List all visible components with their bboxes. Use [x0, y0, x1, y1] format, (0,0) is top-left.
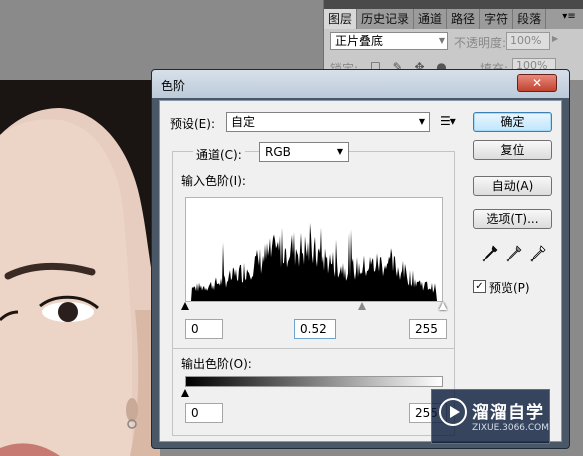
input-white-handle[interactable] — [439, 302, 447, 310]
output-gradient-bar — [185, 376, 443, 387]
opacity-label: 不透明度: — [454, 36, 507, 50]
output-black-handle[interactable] — [181, 389, 189, 397]
watermark-title: 溜溜自学 — [472, 403, 544, 423]
channel-label: 通道(C): — [193, 146, 245, 163]
watermark: 溜溜自学 ZIXUE.3066.COM — [431, 389, 550, 444]
tab-history[interactable]: 历史记录 — [357, 9, 415, 29]
close-button[interactable]: ✕ — [517, 74, 557, 92]
chevron-right-icon[interactable]: ▶ — [552, 34, 558, 43]
divider — [173, 348, 454, 349]
reset-button[interactable]: 复位 — [473, 140, 552, 160]
chevron-down-icon: ▼ — [438, 36, 445, 45]
dialog-title-bar[interactable]: 色阶 ✕ — [152, 70, 569, 98]
play-logo-icon — [439, 398, 467, 426]
preset-select[interactable]: 自定 ▼ — [226, 112, 430, 132]
options-button[interactable]: 选项(T)... — [473, 209, 552, 229]
white-eyedropper-icon[interactable] — [530, 245, 546, 263]
tab-paths[interactable]: 路径 — [447, 9, 481, 29]
tab-paragraph[interactable]: 段落 — [513, 9, 547, 29]
output-levels-slider[interactable] — [181, 389, 443, 399]
channel-value: RGB — [265, 145, 291, 159]
preview-label[interactable]: 预览(P) — [489, 279, 530, 296]
panel-title-bar[interactable] — [324, 0, 583, 9]
watermark-url: ZIXUE.3066.COM — [472, 423, 550, 433]
input-gamma-field[interactable]: 0.52 — [294, 319, 336, 339]
dialog-title: 色阶 — [161, 79, 186, 93]
output-levels-label: 输出色阶(O): — [181, 357, 252, 371]
blend-mode-select[interactable]: 正片叠底 ▼ — [330, 32, 448, 50]
histogram-shape — [186, 222, 442, 301]
channel-select[interactable]: RGB ▼ — [259, 142, 349, 162]
input-gray-handle[interactable] — [358, 302, 366, 310]
input-black-field[interactable]: 0 — [185, 319, 223, 339]
output-black-field[interactable]: 0 — [185, 403, 223, 423]
channel-group: 通道(C): RGB ▼ 输入色阶(I): 0 0.52 255 输出色阶(O)… — [172, 142, 455, 436]
input-levels-label: 输入色阶(I): — [181, 174, 246, 188]
opacity-field[interactable]: 100% — [506, 32, 550, 50]
input-white-field[interactable]: 255 — [409, 319, 447, 339]
histogram — [185, 197, 443, 302]
preset-menu-icon[interactable]: ☰▾ — [440, 114, 456, 128]
black-eyedropper-icon[interactable] — [482, 245, 498, 263]
panel-menu-icon[interactable]: ▾≡ — [561, 11, 577, 25]
tab-character[interactable]: 字符 — [480, 9, 514, 29]
close-icon: ✕ — [531, 76, 543, 90]
chevron-down-icon: ▼ — [418, 117, 425, 126]
face-photo — [0, 80, 160, 456]
input-black-handle[interactable] — [181, 302, 189, 310]
chevron-down-icon: ▼ — [336, 147, 343, 156]
tab-channels[interactable]: 通道 — [414, 9, 448, 29]
blend-mode-value: 正片叠底 — [335, 34, 384, 48]
eyedropper-group — [482, 245, 546, 263]
preview-checkbox[interactable]: ✓ — [473, 280, 486, 293]
tab-layers[interactable]: 图层 — [324, 9, 358, 29]
panel-tab-bar: 图层 历史记录 通道 路径 字符 段落 — [324, 9, 583, 29]
preset-label: 预设(E): — [170, 117, 215, 131]
layers-panel: 图层 历史记录 通道 路径 字符 段落 ▾≡ 正片叠底 ▼ 不透明度: 100%… — [323, 0, 583, 80]
preset-value: 自定 — [231, 115, 256, 129]
ok-button[interactable]: 确定 — [473, 112, 552, 132]
auto-button[interactable]: 自动(A) — [473, 176, 552, 196]
gray-eyedropper-icon[interactable] — [506, 245, 522, 263]
input-levels-slider[interactable] — [181, 302, 447, 312]
